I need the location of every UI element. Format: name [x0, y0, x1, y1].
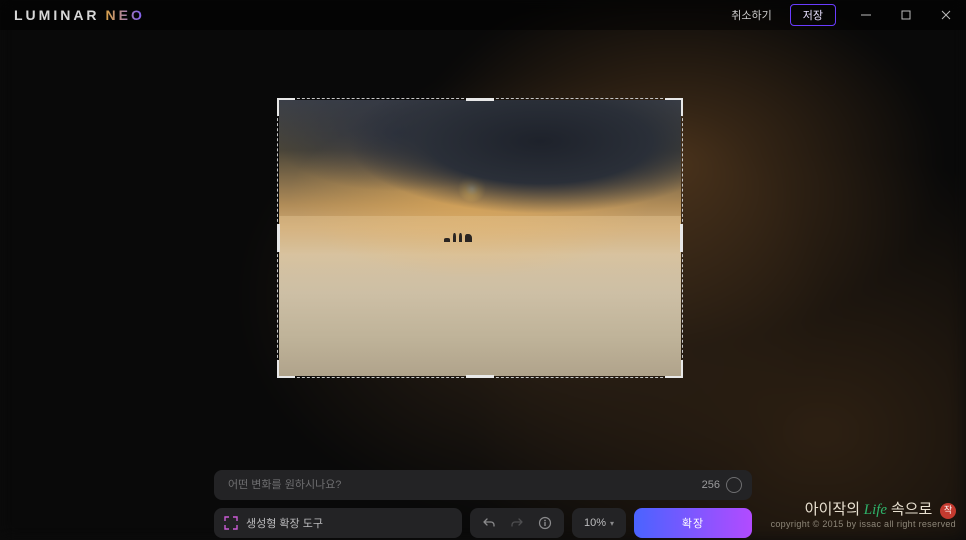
undo-button[interactable] — [478, 508, 500, 538]
logo-sub: NEO — [106, 7, 145, 23]
crop-handle-left[interactable] — [277, 224, 280, 252]
redo-button — [506, 508, 528, 538]
prompt-row: 256 — [214, 470, 752, 500]
tool-row: 생성형 확장 도구 10% ▾ 확장 — [214, 508, 752, 538]
save-button[interactable]: 저장 — [790, 4, 836, 26]
watermark: 아이작의 Life 속으로 작 copyright © 2015 by issa… — [771, 501, 956, 530]
chevron-down-icon: ▾ — [610, 519, 614, 528]
control-panel: 256 생성형 확장 도구 10% ▾ 확장 — [214, 470, 752, 538]
watermark-seal-icon: 작 — [940, 503, 956, 519]
maximize-icon — [901, 10, 911, 20]
app-logo: LUMINAR NEO — [14, 7, 145, 23]
title-bar: LUMINAR NEO 취소하기 저장 — [0, 0, 966, 30]
close-icon — [941, 10, 951, 20]
info-button[interactable] — [534, 508, 556, 538]
crop-frame[interactable] — [277, 98, 683, 378]
crop-handle-bottom[interactable] — [466, 375, 494, 378]
watermark-text-b: 속으로 — [887, 502, 932, 518]
watermark-text-life: Life — [864, 502, 887, 518]
image-haze — [279, 216, 681, 271]
window-close-button[interactable] — [926, 0, 966, 30]
zoom-label: 10% — [584, 517, 606, 529]
watermark-copyright: copyright © 2015 by issac all right rese… — [771, 519, 956, 530]
title-bar-right: 취소하기 저장 — [719, 0, 966, 30]
generative-expand-icon — [224, 516, 238, 530]
window-minimize-button[interactable] — [846, 0, 886, 30]
crop-handle-right[interactable] — [680, 224, 683, 252]
logo-main: LUMINAR — [14, 7, 100, 23]
image-silhouettes — [444, 230, 484, 242]
tool-name-pill[interactable]: 생성형 확장 도구 — [214, 508, 462, 538]
tool-name-label: 생성형 확장 도구 — [246, 515, 323, 531]
history-pill — [470, 508, 564, 538]
prompt-input[interactable] — [228, 479, 702, 491]
submit-icon[interactable] — [726, 477, 742, 493]
canvas-image — [279, 100, 681, 376]
crop-handle-top[interactable] — [466, 98, 494, 101]
crop-handle-tr[interactable] — [665, 98, 683, 116]
crop-handle-bl[interactable] — [277, 360, 295, 378]
watermark-text-a: 아이작의 — [805, 502, 864, 518]
minimize-icon — [861, 10, 871, 20]
info-icon — [538, 516, 552, 530]
zoom-dropdown[interactable]: 10% ▾ — [572, 508, 626, 538]
crop-handle-tl[interactable] — [277, 98, 295, 116]
cancel-button[interactable]: 취소하기 — [719, 0, 783, 30]
undo-icon — [482, 516, 496, 530]
redo-icon — [510, 516, 524, 530]
window-maximize-button[interactable] — [886, 0, 926, 30]
crop-handle-br[interactable] — [665, 360, 683, 378]
watermark-line1: 아이작의 Life 속으로 작 — [771, 501, 956, 519]
expand-button[interactable]: 확장 — [634, 508, 752, 538]
char-limit: 256 — [702, 479, 720, 491]
